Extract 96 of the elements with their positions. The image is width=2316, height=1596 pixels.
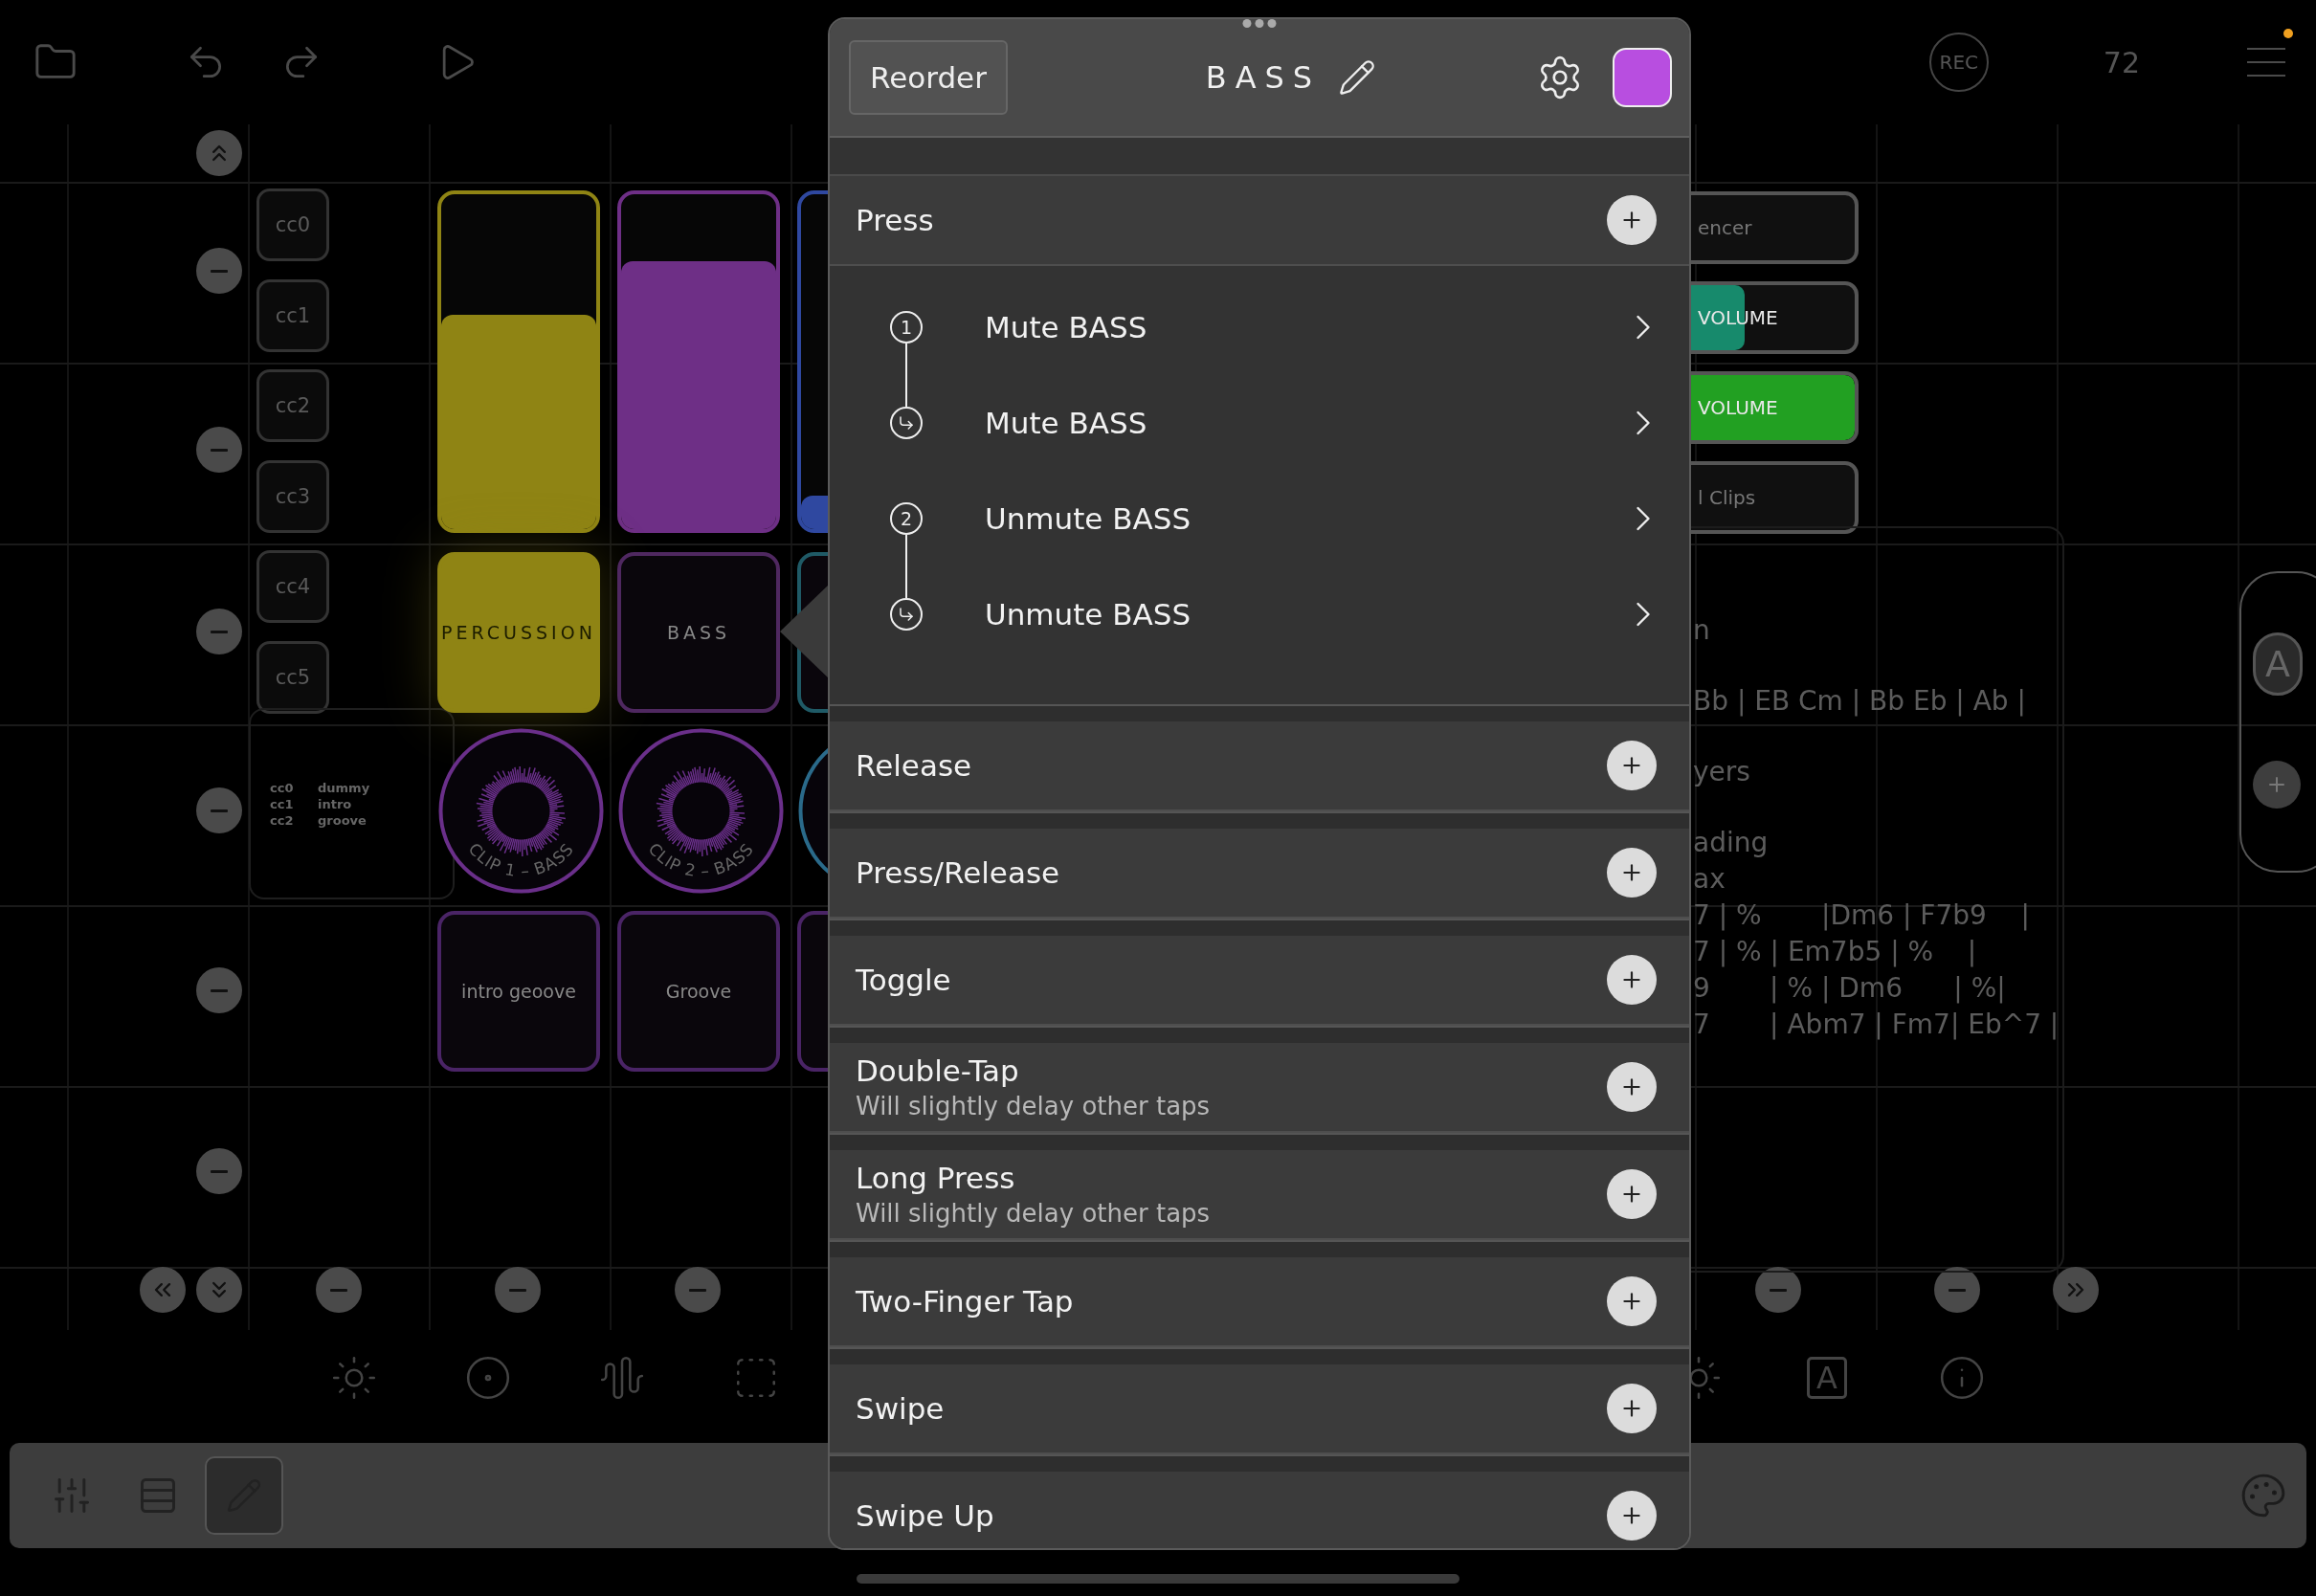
note-line: 7 | % |Dm6 | F7b9 | [1693,898,2031,933]
remove-column-button[interactable] [1934,1267,1980,1313]
note-line: yers [1693,755,1751,789]
remove-row-button[interactable] [196,787,242,833]
waveform-icon[interactable] [598,1354,646,1402]
section-title: Toggle [856,963,952,997]
section-title: Swipe [856,1391,946,1426]
scroll-left-button[interactable] [140,1267,186,1313]
legend-name: dummy [318,780,371,795]
cc-button[interactable]: cc3 [256,459,329,533]
scroll-right-button[interactable] [2053,1267,2099,1313]
reorder-button[interactable]: Reorder [849,40,1008,115]
add-action-button[interactable] [1607,1384,1657,1433]
remove-row-button[interactable] [196,248,242,294]
note-line: 7 | % | Em7b5 | % | [1693,935,1978,969]
drag-handle-icon[interactable] [1242,19,1277,28]
note-line: n [1693,613,1711,648]
scroll-down-button[interactable] [196,1267,242,1313]
legend-cc: cc1 [270,796,295,811]
pencil-icon [1338,58,1377,97]
add-action-button[interactable] [1607,1169,1657,1219]
section-title: Press [856,203,935,237]
minus-icon [509,1288,526,1292]
section-title: Long Press [856,1161,1016,1195]
remove-column-button[interactable] [1755,1267,1801,1313]
minus-icon [689,1288,706,1292]
minus-icon [211,630,228,633]
section-note: Will slightly delay other taps [856,1092,1212,1120]
step-number: 1 [890,311,923,344]
pad-button[interactable]: BASS [617,552,780,713]
scene-pad-button[interactable]: intro geoove [437,911,600,1072]
action-label[interactable]: Unmute BASS [985,597,1622,632]
minus-icon [1770,1288,1787,1292]
ring-icon[interactable] [464,1354,512,1402]
add-action-button[interactable] [1607,195,1657,245]
popover-title: BASS [1205,59,1322,96]
add-action-button[interactable] [1607,848,1657,898]
return-arrow-icon [898,414,915,432]
add-scene-button[interactable] [2253,761,2301,809]
minus-icon [330,1288,347,1292]
note-line: 7 | Abm7 | Fm7| Eb^7 | [1693,1008,2060,1042]
scene-button[interactable]: A [2253,632,2303,696]
cc-button[interactable]: cc5 [256,640,329,714]
legend-name: intro [318,796,353,811]
scroll-up-button[interactable] [196,130,242,176]
remove-row-button[interactable] [196,1148,242,1194]
cc-button[interactable]: cc0 [256,188,329,261]
add-action-button[interactable] [1607,1276,1657,1326]
remove-row-button[interactable] [196,427,242,473]
record-button[interactable]: REC [1928,33,1989,92]
section-title: Double-Tap [856,1053,1020,1088]
section-note: Will slightly delay other taps [856,1199,1212,1228]
legend-cc: cc0 [270,780,295,795]
add-action-button[interactable] [1607,741,1657,790]
remove-row-button[interactable] [196,967,242,1013]
cc-button[interactable]: cc2 [256,369,329,442]
palette-icon[interactable] [2239,1472,2287,1519]
cc-button[interactable]: cc1 [256,278,329,352]
minus-icon [211,988,228,992]
step-number: 2 [890,502,923,535]
color-swatch[interactable] [1613,48,1672,107]
note-line: 9 | % | Dm6 | %| [1693,971,2007,1006]
minus-icon [211,269,228,273]
scene-pad-button[interactable]: Groove [617,911,780,1072]
add-action-button[interactable] [1607,1062,1657,1112]
note-line: ading [1693,826,1770,860]
rename-button[interactable] [1338,58,1377,97]
note-line: ax [1693,862,1726,897]
pad-button[interactable]: PERCUSSION [437,552,600,713]
cc-button[interactable]: cc4 [256,550,329,623]
legend-cc: cc2 [270,812,295,828]
minus-icon [211,809,228,812]
legend-name: groove [318,812,367,828]
menu-icon[interactable] [2245,46,2287,78]
fader[interactable] [437,190,600,533]
minus-icon [211,448,228,452]
tempo-value[interactable]: 72 [2103,45,2140,79]
remove-column-button[interactable] [316,1267,362,1313]
remove-column-button[interactable] [675,1267,721,1313]
minus-icon [1949,1288,1966,1292]
minus-icon [211,1169,228,1173]
note-line: Bb | EB Cm | Bb Eb | Ab | [1693,684,2027,719]
toolbar-button[interactable] [205,1456,283,1535]
add-action-button[interactable] [1607,955,1657,1005]
return-arrow-icon [898,606,915,623]
text-tool[interactable]: A [1807,1357,1847,1399]
fader[interactable] [617,190,780,533]
sun-icon[interactable] [330,1354,378,1402]
remove-row-button[interactable] [196,609,242,654]
add-action-button[interactable] [1607,1491,1657,1541]
section-title: Release [856,748,973,783]
section-title: Swipe Up [856,1498,995,1533]
section-title: Two-Finger Tap [856,1284,1075,1319]
info-icon[interactable] [1938,1354,1986,1402]
section-title: Press/Release [856,855,1061,890]
remove-column-button[interactable] [495,1267,541,1313]
